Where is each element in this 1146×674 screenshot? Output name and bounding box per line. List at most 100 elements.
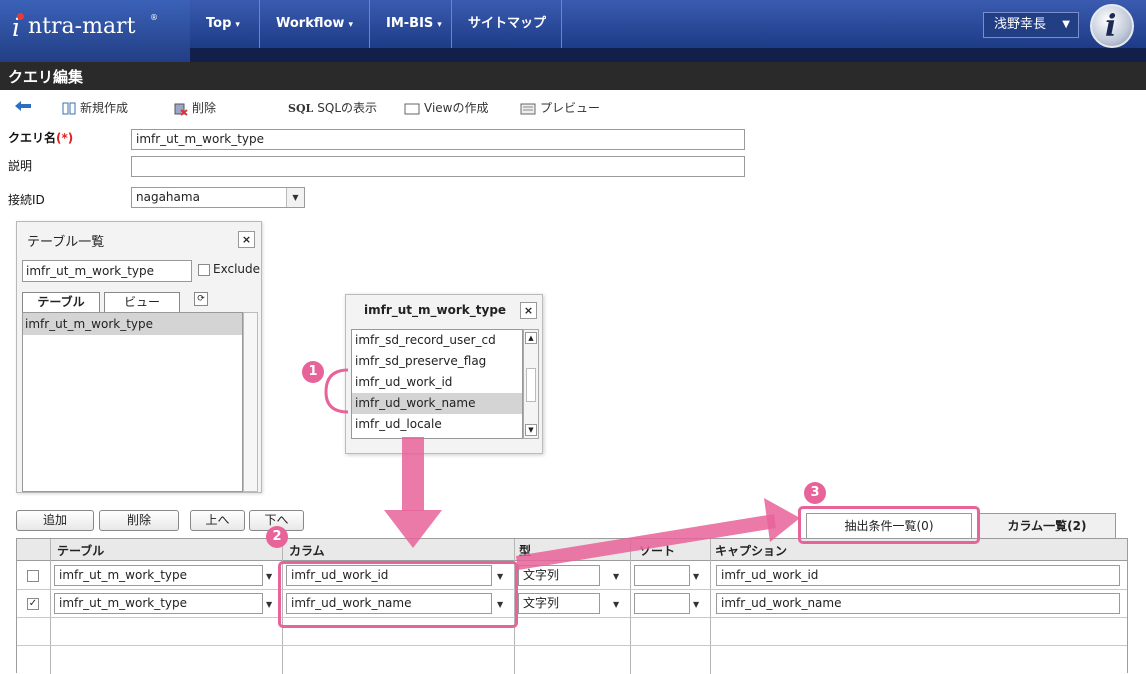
delete-icon (174, 103, 188, 116)
table-select[interactable]: imfr_ut_m_work_type (54, 565, 263, 586)
scroll-thumb[interactable] (526, 368, 536, 402)
logo-dot (17, 13, 24, 20)
select-arrow-icon: ▼ (286, 188, 304, 207)
annotation-box-tab (798, 506, 980, 544)
grid-divider (630, 539, 631, 674)
intra-mart-badge-icon[interactable]: i (1090, 4, 1134, 48)
chevron-down-icon: ▾ (437, 20, 442, 30)
page-title-bar: クエリ編集 (0, 62, 1146, 90)
table-filter-input[interactable]: imfr_ut_m_work_type (22, 260, 192, 282)
intra-mart-logo[interactable]: i ntra-mart ® (0, 0, 190, 62)
delete-label: 削除 (192, 101, 217, 115)
caption-input[interactable]: imfr_ud_work_id (716, 565, 1120, 586)
book-icon (62, 102, 76, 115)
column-list: imfr_sd_record_user_cd imfr_sd_preserve_… (351, 329, 523, 439)
nav-workflow[interactable]: Workflow ▾ (260, 0, 370, 48)
delete-button[interactable]: 削除 (174, 99, 216, 116)
grid-divider (50, 539, 51, 674)
nav-top-label: Top (206, 16, 232, 31)
add-button[interactable]: 追加 (16, 510, 94, 531)
select-arrow-icon[interactable]: ▼ (266, 572, 272, 581)
list-item[interactable]: imfr_ut_m_work_type (23, 313, 242, 335)
chevron-down-icon: ▾ (235, 20, 240, 30)
preview-label: プレビュー (540, 101, 601, 115)
create-view-label: Viewの作成 (424, 101, 489, 115)
column-list-scrollbar[interactable]: ▲ ▼ (523, 329, 539, 439)
caption-input[interactable]: imfr_ud_work_name (716, 593, 1120, 614)
refresh-icon[interactable]: ⟳ (194, 292, 208, 306)
select-arrow-icon[interactable]: ▼ (613, 600, 619, 609)
nav-workflow-label: Workflow (276, 16, 345, 31)
query-name-input[interactable]: imfr_ut_m_work_type (131, 129, 745, 150)
user-menu-button[interactable]: 浅野幸長 ▼ (983, 12, 1079, 38)
show-sql-label: SQLの表示 (317, 101, 378, 115)
list-item[interactable]: imfr_sd_record_user_cd (352, 330, 522, 351)
required-mark: (*) (56, 131, 74, 145)
column-popup: imfr_ut_m_work_type × imfr_sd_record_use… (345, 294, 543, 454)
nav-sitemap[interactable]: サイトマップ (452, 0, 562, 48)
new-button[interactable]: 新規作成 (62, 99, 128, 116)
nav-top[interactable]: Top ▾ (190, 0, 260, 48)
row-checkbox[interactable]: ✓ (27, 598, 39, 610)
new-label: 新規作成 (80, 101, 129, 115)
table-list-title: テーブル一覧 (27, 235, 105, 250)
nav-im-bis[interactable]: IM-BIS ▾ (370, 0, 452, 48)
row-checkbox[interactable] (27, 570, 39, 582)
tab-view[interactable]: ビュー (104, 292, 180, 312)
list-item-selected[interactable]: imfr_ud_work_name (352, 393, 522, 414)
page-title: クエリ編集 (8, 68, 84, 86)
list-item[interactable]: imfr_ud_work_id (352, 372, 522, 393)
sort-select[interactable] (634, 565, 690, 586)
select-arrow-icon[interactable]: ▼ (693, 600, 699, 609)
description-label: 説明 (8, 159, 33, 173)
caret-down-icon: ▼ (1062, 19, 1070, 30)
grid-divider (710, 539, 711, 674)
exclude-label: Exclude (213, 262, 261, 276)
select-arrow-icon[interactable]: ▼ (266, 600, 272, 609)
connection-id-label: 接続ID (8, 193, 45, 207)
select-arrow-icon[interactable]: ▼ (693, 572, 699, 581)
type-select[interactable]: 文字列 (518, 565, 600, 586)
list-item[interactable]: imfr_ud_locale (352, 414, 522, 435)
registered-mark: ® (150, 13, 158, 22)
close-icon[interactable]: × (238, 231, 255, 248)
type-select[interactable]: 文字列 (518, 593, 600, 614)
tab-table[interactable]: テーブル (22, 292, 100, 312)
header-sort: ソート (639, 544, 676, 558)
exclude-checkbox[interactable] (198, 264, 210, 276)
preview-icon (520, 103, 536, 114)
annotation-step-2: 2 (266, 526, 288, 548)
description-input[interactable] (131, 156, 745, 177)
view-icon (404, 103, 420, 114)
header-column: カラム (289, 544, 325, 558)
sort-select[interactable] (634, 593, 690, 614)
connection-id-value: nagahama (136, 190, 200, 204)
column-popup-title: imfr_ut_m_work_type (364, 303, 507, 317)
nav-sitemap-label: サイトマップ (468, 16, 547, 31)
show-sql-button[interactable]: SQL SQLの表示 (288, 99, 377, 116)
query-name-label: クエリ名(*) (8, 131, 74, 145)
chevron-down-icon: ▾ (348, 20, 353, 30)
delete-row-button[interactable]: 削除 (99, 510, 179, 531)
select-arrow-icon[interactable]: ▼ (613, 572, 619, 581)
column-grid: テーブル カラム 型 ソート キャプション imfr_ut_m_work_typ… (16, 538, 1128, 674)
move-up-button[interactable]: 上へ (190, 510, 245, 531)
user-name: 浅野幸長 (994, 17, 1047, 32)
grid-row-line (17, 645, 1127, 646)
nav-im-bis-label: IM-BIS (386, 16, 434, 31)
create-view-button[interactable]: Viewの作成 (404, 99, 488, 116)
connection-id-select[interactable]: nagahama ▼ (131, 187, 305, 208)
scroll-down-icon[interactable]: ▼ (525, 424, 537, 436)
tab-column-list[interactable]: カラム一覧(2) (978, 513, 1116, 539)
back-arrow-icon[interactable] (14, 100, 32, 115)
preview-button[interactable]: プレビュー (520, 99, 600, 116)
table-list-scrollbar[interactable] (243, 312, 258, 492)
header-type: 型 (519, 544, 532, 558)
annotation-step-1: 1 (302, 361, 324, 383)
list-item[interactable]: imfr_sd_preserve_flag (352, 351, 522, 372)
table-select[interactable]: imfr_ut_m_work_type (54, 593, 263, 614)
badge-letter: i (1105, 9, 1117, 44)
scroll-up-icon[interactable]: ▲ (525, 332, 537, 344)
grid-row-line (17, 617, 1127, 618)
close-icon[interactable]: × (520, 302, 537, 319)
